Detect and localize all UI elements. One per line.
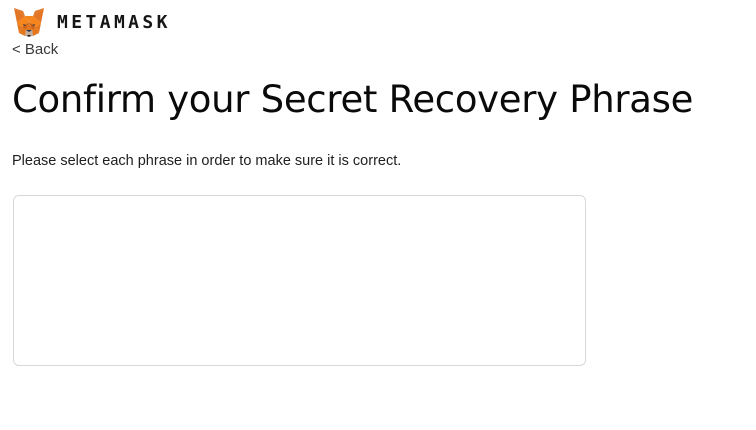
instructions-text: Please select each phrase in order to ma… bbox=[12, 153, 402, 169]
app-header: METAMASK bbox=[12, 6, 171, 40]
selected-phrase-box[interactable] bbox=[13, 195, 586, 366]
page-title: Confirm your Secret Recovery Phrase bbox=[12, 78, 694, 121]
metamask-fox-icon bbox=[14, 8, 44, 37]
metamask-wordmark: METAMASK bbox=[57, 12, 171, 33]
back-link[interactable]: < Back bbox=[12, 40, 58, 60]
